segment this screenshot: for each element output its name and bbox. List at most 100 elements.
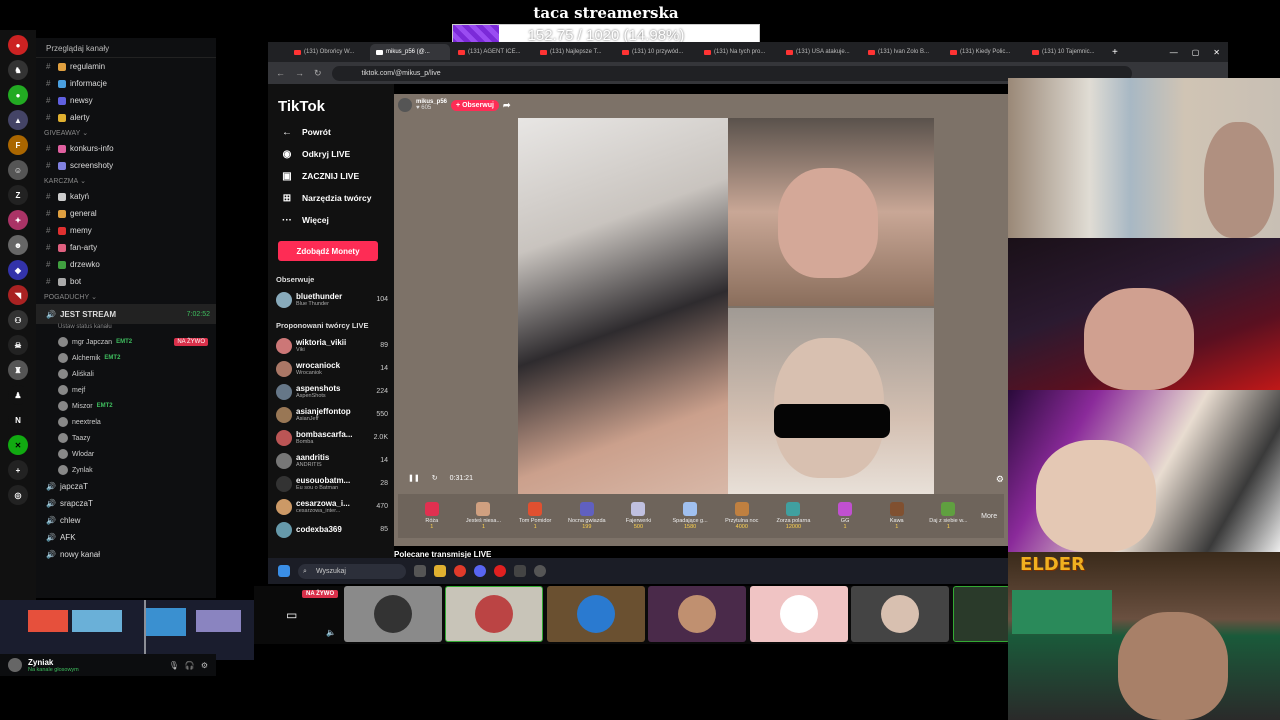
creator-item[interactable]: bombascarfa... Bomba 2.0K <box>268 426 394 449</box>
browser-tab[interactable]: (131) Ivan Zolo B... <box>862 44 942 60</box>
nav-item-2[interactable]: ▣ ZACZNIJ LIVE <box>268 165 394 187</box>
category-pogaduchy[interactable]: POGADUCHY ⌄ <box>36 290 216 304</box>
creator-item[interactable]: eusouobatm... Eu sou o Batman 28 <box>268 472 394 495</box>
gift-item[interactable]: GG 1 <box>819 502 871 530</box>
participant-tile[interactable] <box>750 586 848 642</box>
more-gifts-button[interactable]: More <box>974 513 1004 520</box>
voice-status[interactable]: Ustaw status kanału <box>36 324 216 334</box>
creator-item[interactable]: wiktoria_vikii Viki 89 <box>268 334 394 357</box>
creator-item[interactable]: wrocaniock Wrocaniok 14 <box>268 357 394 380</box>
chrome-icon[interactable] <box>454 565 466 577</box>
server-icon[interactable]: ♟ <box>8 385 28 405</box>
add-server-icon[interactable]: + <box>8 460 28 480</box>
nav-item-4[interactable]: ··· Więcej <box>268 209 394 231</box>
server-icon[interactable]: ♞ <box>8 60 28 80</box>
creator-item[interactable]: asianjeffontop AsianJeff 550 <box>268 403 394 426</box>
server-icon[interactable]: ● <box>8 85 28 105</box>
screen-icon[interactable]: ▭ <box>286 608 297 622</box>
reload-icon[interactable]: ↻ <box>314 68 322 79</box>
browser-tab[interactable]: (131) USA atakuje... <box>780 44 860 60</box>
voice-user[interactable]: Miszor EMT2 <box>36 398 216 414</box>
channel-fan-arty[interactable]: # fan-arty <box>36 239 216 256</box>
taskview-icon[interactable] <box>414 565 426 577</box>
voice-user[interactable]: neextrela <box>36 414 216 430</box>
voice-user[interactable]: Aliśkali <box>36 366 216 382</box>
discover-icon[interactable]: ◎ <box>8 485 28 505</box>
voice-user[interactable]: mgr Japczan EMT2 NA ŻYWO <box>36 334 216 350</box>
gift-item[interactable]: Jesteś niesa... 1 <box>458 502 510 530</box>
creator-item[interactable]: aandritis ANDRITIS 14 <box>268 449 394 472</box>
gift-item[interactable]: Daj z siebie w... 1 <box>923 502 975 530</box>
server-icon[interactable]: F <box>8 135 28 155</box>
browse-channels[interactable]: Przeglądaj kanały <box>36 38 216 58</box>
voice-channel[interactable]: 🔊 AFK <box>36 529 216 546</box>
voice-channel[interactable]: 🔊 nowy kanał <box>36 546 216 563</box>
channel-regulamin[interactable]: # regulamin <box>36 58 216 75</box>
browser-tab[interactable]: (131) AGENT ICE... <box>452 44 532 60</box>
voice-user[interactable]: mejf <box>36 382 216 398</box>
browser-tab[interactable]: mikus_p56 (@... <box>370 44 450 60</box>
voice-channel-jest-stream[interactable]: 🔊 JEST STREAM 7:02:52 <box>36 304 216 324</box>
start-icon[interactable] <box>278 565 290 577</box>
browser-tab[interactable]: (131) Na tych pro... <box>698 44 778 60</box>
server-icon[interactable]: ☻ <box>8 235 28 255</box>
creator-item[interactable]: cesarzowa_i... cesarzowa_inter... 470 <box>268 495 394 518</box>
channel-konkurs-info[interactable]: # konkurs-info <box>36 140 216 157</box>
server-icon[interactable]: ✦ <box>8 210 28 230</box>
server-icon[interactable]: Z <box>8 185 28 205</box>
browser-tab[interactable]: (131) Obrońcy W... <box>288 44 368 60</box>
server-icon[interactable]: ☺ <box>8 160 28 180</box>
forward-icon[interactable]: → <box>295 68 304 78</box>
close-icon[interactable]: ✕ <box>1213 48 1220 57</box>
gift-item[interactable]: Tom Pomidor 1 <box>509 502 561 530</box>
participant-tile[interactable] <box>445 586 543 642</box>
gift-item[interactable]: Spadające g... 1580 <box>664 502 716 530</box>
server-icon[interactable]: ▲ <box>8 110 28 130</box>
channel-general[interactable]: # general <box>36 205 216 222</box>
minimize-icon[interactable]: — <box>1170 48 1178 57</box>
nav-item-1[interactable]: ◉ Odkryj LIVE <box>268 143 394 165</box>
server-icon[interactable]: ☠ <box>8 335 28 355</box>
server-icon[interactable]: N <box>8 410 28 430</box>
gift-item[interactable]: Nocna gwiazda 199 <box>561 502 613 530</box>
server-icon[interactable]: ✕ <box>8 435 28 455</box>
voice-user[interactable]: Zynlak <box>36 462 216 478</box>
participant-tile[interactable] <box>648 586 746 642</box>
taskbar-search[interactable]: ⌕ Wyszukaj <box>298 563 406 579</box>
server-icon[interactable]: ● <box>8 35 28 55</box>
browser-tab[interactable]: (131) 10 przywód... <box>616 44 696 60</box>
voice-channel[interactable]: 🔊 japczaT <box>36 478 216 495</box>
browser-tab[interactable]: (131) Kiedy Polic... <box>944 44 1024 60</box>
app-icon[interactable] <box>494 565 506 577</box>
mic-icon[interactable]: 🎙 <box>169 661 179 670</box>
app-icon[interactable] <box>534 565 546 577</box>
gift-item[interactable]: Kawa 1 <box>871 502 923 530</box>
channel-alerty[interactable]: # alerty <box>36 109 216 126</box>
channel-screenshoty[interactable]: # screenshoty <box>36 157 216 174</box>
channel-drzewko[interactable]: # drzewko <box>36 256 216 273</box>
new-tab-icon[interactable]: + <box>1112 47 1118 58</box>
maximize-icon[interactable]: ▢ <box>1192 48 1200 57</box>
gift-item[interactable]: Fajerwerki 500 <box>613 502 665 530</box>
discord-icon[interactable] <box>474 565 486 577</box>
voice-channel[interactable]: 🔊 srapczaT <box>36 495 216 512</box>
gear-icon[interactable]: ⚙ <box>201 661 208 670</box>
channel-informacje[interactable]: # informacje <box>36 75 216 92</box>
gift-item[interactable]: Zorza polarna 12000 <box>768 502 820 530</box>
reload-icon[interactable]: ↻ <box>432 474 438 482</box>
nav-item-0[interactable]: ← Powrót <box>268 121 394 143</box>
participant-tile[interactable] <box>344 586 442 642</box>
server-icon[interactable]: ⚇ <box>8 310 28 330</box>
get-coins-button[interactable]: Zdobądź Monety <box>278 241 378 261</box>
channel-memy[interactable]: # memy <box>36 222 216 239</box>
voice-user[interactable]: Wlodar <box>36 446 216 462</box>
follow-button[interactable]: + Obserwuj <box>451 99 499 111</box>
host-avatar[interactable] <box>398 98 412 112</box>
channel-katy-[interactable]: # katyń <box>36 188 216 205</box>
share-icon[interactable]: ➦ <box>503 100 511 111</box>
server-icon[interactable]: ♜ <box>8 360 28 380</box>
creator-item[interactable]: bluethunder Blue Thunder 104 <box>268 288 394 311</box>
channel-newsy[interactable]: # newsy <box>36 92 216 109</box>
participant-tile[interactable] <box>851 586 949 642</box>
creator-item[interactable]: aspenshots AspenShots 224 <box>268 380 394 403</box>
